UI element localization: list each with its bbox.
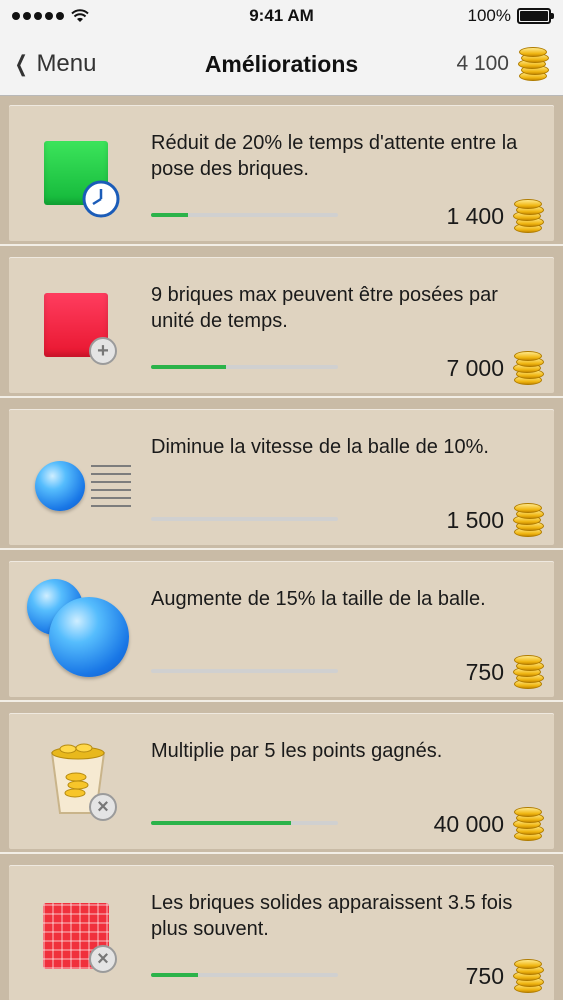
plus-icon: + [89, 337, 117, 365]
upgrade-description: Multiplie par 5 les points gagnés. [151, 740, 443, 762]
coin-stack-icon [517, 47, 549, 81]
buy-upgrade-button[interactable]: 1 500 [446, 503, 544, 537]
upgrade-progress-bar [151, 821, 338, 825]
signal-strength-icon [12, 9, 89, 23]
green-brick-clock-icon [27, 123, 131, 223]
upgrade-price: 40 000 [433, 810, 504, 837]
status-bar: 9:41 AM 100% [0, 0, 563, 32]
chevron-left-icon: ❮ [14, 51, 28, 76]
upgrade-progress-bar [151, 669, 338, 673]
coin-balance: 4 100 [456, 32, 549, 96]
upgrade-price: 750 [465, 658, 504, 685]
coin-stack-icon [512, 351, 544, 385]
close-icon: × [89, 793, 117, 821]
upgrade-item[interactable]: × Multiplie par 5 les points gagnés. 40 … [9, 713, 554, 849]
upgrade-item[interactable]: + 9 briques max peuvent être posées par … [9, 257, 554, 393]
coin-stack-icon [512, 503, 544, 537]
upgrade-price: 1 500 [446, 506, 504, 533]
back-label: Menu [36, 50, 97, 77]
navigation-bar: ❮ Menu Améliorations 4 100 [0, 32, 563, 96]
buy-upgrade-button[interactable]: 750 [466, 959, 544, 993]
upgrade-price: 1 400 [446, 202, 504, 229]
coin-stack-icon [512, 199, 544, 233]
back-button[interactable]: ❮ Menu [12, 32, 97, 96]
upgrade-progress-bar [151, 517, 338, 521]
red-brick-plus-icon: + [27, 275, 131, 375]
wifi-icon [71, 9, 89, 22]
upgrade-description: Augmente de 15% la taille de la balle. [151, 588, 486, 610]
upgrade-description: Les briques solides apparaissent 3.5 foi… [151, 892, 513, 940]
battery-icon [517, 8, 554, 24]
coin-bucket-icon: × [27, 731, 131, 831]
upgrade-progress-bar [151, 365, 338, 369]
upgrade-item[interactable]: Réduit de 20% le temps d'attente entre l… [9, 105, 554, 241]
buy-upgrade-button[interactable]: 1 400 [446, 199, 544, 233]
upgrade-price: 7 000 [446, 354, 504, 381]
slow-ball-icon [27, 427, 131, 527]
big-ball-icon [27, 579, 131, 679]
battery-percent: 100% [467, 6, 511, 25]
upgrade-item[interactable]: Diminue la vitesse de la balle de 10%. 1… [9, 409, 554, 545]
upgrade-item[interactable]: × Les briques solides apparaissent 3.5 f… [9, 865, 554, 1000]
coin-balance-value: 4 100 [456, 52, 509, 75]
upgrade-item[interactable]: Augmente de 15% la taille de la balle. 7… [9, 561, 554, 697]
coin-stack-icon [512, 655, 544, 689]
upgrade-progress-bar [151, 213, 338, 217]
close-icon: × [89, 945, 117, 973]
upgrade-description: Diminue la vitesse de la balle de 10%. [151, 436, 489, 458]
upgrade-description: 9 briques max peuvent être posées par un… [151, 284, 498, 332]
buy-upgrade-button[interactable]: 40 000 [434, 807, 544, 841]
coin-stack-icon [512, 807, 544, 841]
buy-upgrade-button[interactable]: 7 000 [446, 351, 544, 385]
coin-stack-icon [512, 959, 544, 993]
upgrade-price: 750 [465, 962, 504, 989]
upgrade-description: Réduit de 20% le temps d'attente entre l… [151, 132, 518, 180]
solid-brick-icon: × [27, 883, 131, 983]
buy-upgrade-button[interactable]: 750 [466, 655, 544, 689]
upgrade-progress-bar [151, 973, 338, 977]
